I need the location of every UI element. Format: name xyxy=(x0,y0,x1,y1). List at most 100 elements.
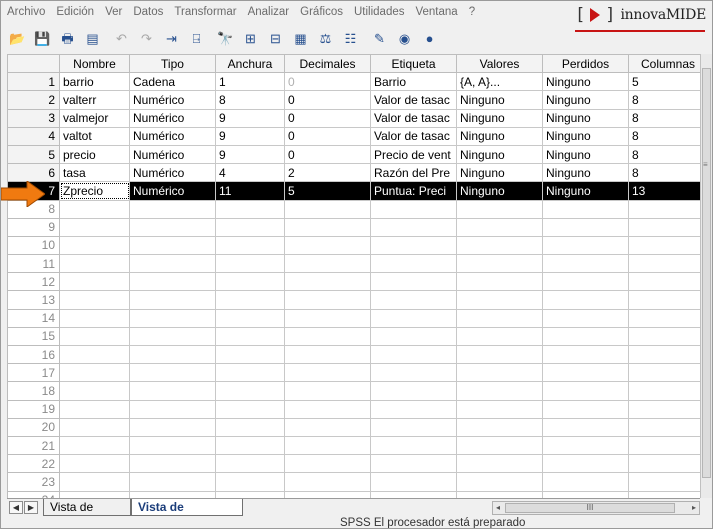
empty-row[interactable]: 13 xyxy=(7,290,700,310)
cell-tipo[interactable]: Numérico xyxy=(129,163,216,183)
menu-analizar[interactable]: Analizar xyxy=(248,6,290,18)
cell-perdidos[interactable] xyxy=(542,254,629,274)
row-number[interactable]: 2 xyxy=(7,90,60,110)
cell-decimales[interactable]: 0 xyxy=(284,126,371,146)
cell-tipo[interactable] xyxy=(129,217,216,237)
cell-etiqueta[interactable] xyxy=(370,417,457,437)
cell-anchura[interactable]: 9 xyxy=(215,108,285,128)
empty-row[interactable]: 20 xyxy=(7,417,700,437)
cell-etiqueta[interactable] xyxy=(370,454,457,474)
row-number[interactable]: 22 xyxy=(7,454,60,474)
cell-columnas[interactable] xyxy=(628,472,700,492)
menu-datos[interactable]: Datos xyxy=(133,6,163,18)
row-number[interactable]: 1 xyxy=(7,72,60,92)
split-file-icon[interactable]: ▦ xyxy=(292,30,309,47)
cell-etiqueta[interactable]: Valor de tasac xyxy=(370,90,457,110)
cell-perdidos[interactable]: Ninguno xyxy=(542,144,629,165)
variable-row[interactable]: 7 Zprecio Numérico 11 5 Puntua: Preci Ninguno N… xyxy=(7,181,700,201)
cell-etiqueta[interactable] xyxy=(370,308,457,328)
column-header-nombre[interactable]: Nombre xyxy=(59,54,130,74)
cell-etiqueta[interactable]: Valor de tasac xyxy=(370,108,457,128)
cell-nombre[interactable] xyxy=(59,272,130,292)
variable-row[interactable]: 5 precio Numérico 9 0 Precio de vent Ninguno Ni… xyxy=(7,144,700,165)
cell-perdidos[interactable]: Ninguno xyxy=(542,163,629,183)
menu-ayuda[interactable]: ? xyxy=(469,6,475,18)
cell-columnas[interactable]: 13 xyxy=(628,181,700,201)
cell-decimales[interactable]: 0 xyxy=(284,90,371,110)
vertical-scrollbar[interactable]: ≡ xyxy=(700,54,712,498)
cell-tipo[interactable]: Numérico xyxy=(129,181,216,201)
cell-valores[interactable] xyxy=(456,454,543,474)
cell-anchura[interactable]: 9 xyxy=(215,144,285,165)
column-header-columnas[interactable]: Columnas xyxy=(628,54,700,74)
cell-perdidos[interactable] xyxy=(542,235,629,256)
cell-anchura[interactable] xyxy=(215,272,285,292)
show-all-icon[interactable]: ● xyxy=(421,30,438,47)
column-header-anchura[interactable]: Anchura xyxy=(215,54,285,74)
cell-nombre[interactable] xyxy=(59,435,130,456)
empty-row[interactable]: 9 xyxy=(7,217,700,237)
empty-row[interactable]: 12 xyxy=(7,272,700,292)
cell-nombre[interactable] xyxy=(59,472,130,492)
row-number[interactable]: 20 xyxy=(7,417,60,437)
cell-decimales[interactable] xyxy=(284,472,371,492)
cell-nombre[interactable]: Zprecio xyxy=(59,181,130,201)
cell-nombre[interactable] xyxy=(59,344,130,365)
cell-valores[interactable]: Ninguno xyxy=(456,90,543,110)
row-number[interactable]: 17 xyxy=(7,363,60,383)
cell-columnas[interactable] xyxy=(628,254,700,274)
cell-decimales[interactable] xyxy=(284,326,371,347)
row-number[interactable]: 18 xyxy=(7,381,60,401)
cell-nombre[interactable] xyxy=(59,417,130,437)
cell-decimales[interactable] xyxy=(284,399,371,419)
cell-valores[interactable] xyxy=(456,417,543,437)
empty-row[interactable]: 17 xyxy=(7,363,700,383)
column-header-etiqueta[interactable]: Etiqueta xyxy=(370,54,457,74)
cell-anchura[interactable]: 9 xyxy=(215,126,285,146)
cell-etiqueta[interactable] xyxy=(370,290,457,310)
cell-anchura[interactable] xyxy=(215,454,285,474)
cell-decimales[interactable] xyxy=(284,435,371,456)
cell-decimales[interactable] xyxy=(284,272,371,292)
cell-etiqueta[interactable] xyxy=(370,199,457,219)
cell-tipo[interactable] xyxy=(129,199,216,219)
cell-perdidos[interactable] xyxy=(542,472,629,492)
cell-columnas[interactable]: 8 xyxy=(628,90,700,110)
cell-etiqueta[interactable] xyxy=(370,381,457,401)
cell-valores[interactable]: Ninguno xyxy=(456,108,543,128)
empty-row[interactable]: 22 xyxy=(7,454,700,474)
cell-valores[interactable] xyxy=(456,363,543,383)
cell-decimales[interactable] xyxy=(284,454,371,474)
cell-nombre[interactable]: precio xyxy=(59,144,130,165)
cell-valores[interactable]: Ninguno xyxy=(456,163,543,183)
row-number[interactable]: 5 xyxy=(7,144,60,165)
cell-perdidos[interactable] xyxy=(542,435,629,456)
cell-nombre[interactable]: valmejor xyxy=(59,108,130,128)
cell-tipo[interactable] xyxy=(129,344,216,365)
cell-perdidos[interactable] xyxy=(542,381,629,401)
scroll-left-icon[interactable]: ◂ xyxy=(493,502,503,514)
cell-etiqueta[interactable]: Valor de tasac xyxy=(370,126,457,146)
cell-tipo[interactable] xyxy=(129,472,216,492)
cell-nombre[interactable]: barrio xyxy=(59,72,130,92)
cell-tipo[interactable] xyxy=(129,272,216,292)
cell-columnas[interactable] xyxy=(628,417,700,437)
cell-tipo[interactable] xyxy=(129,290,216,310)
cell-decimales[interactable]: 0 xyxy=(284,72,371,92)
cell-anchura[interactable] xyxy=(215,290,285,310)
cell-tipo[interactable]: Cadena xyxy=(129,72,216,92)
cell-decimales[interactable] xyxy=(284,381,371,401)
empty-row[interactable]: 15 xyxy=(7,326,700,347)
empty-row[interactable]: 23 xyxy=(7,472,700,492)
cell-etiqueta[interactable]: Precio de vent xyxy=(370,144,457,165)
row-number[interactable]: 16 xyxy=(7,344,60,365)
cell-valores[interactable] xyxy=(456,290,543,310)
cell-tipo[interactable]: Numérico xyxy=(129,144,216,165)
cell-anchura[interactable] xyxy=(215,199,285,219)
empty-row[interactable]: 14 xyxy=(7,308,700,328)
cell-valores[interactable] xyxy=(456,308,543,328)
cell-tipo[interactable] xyxy=(129,399,216,419)
cell-decimales[interactable] xyxy=(284,417,371,437)
cell-valores[interactable] xyxy=(456,326,543,347)
cell-perdidos[interactable] xyxy=(542,290,629,310)
